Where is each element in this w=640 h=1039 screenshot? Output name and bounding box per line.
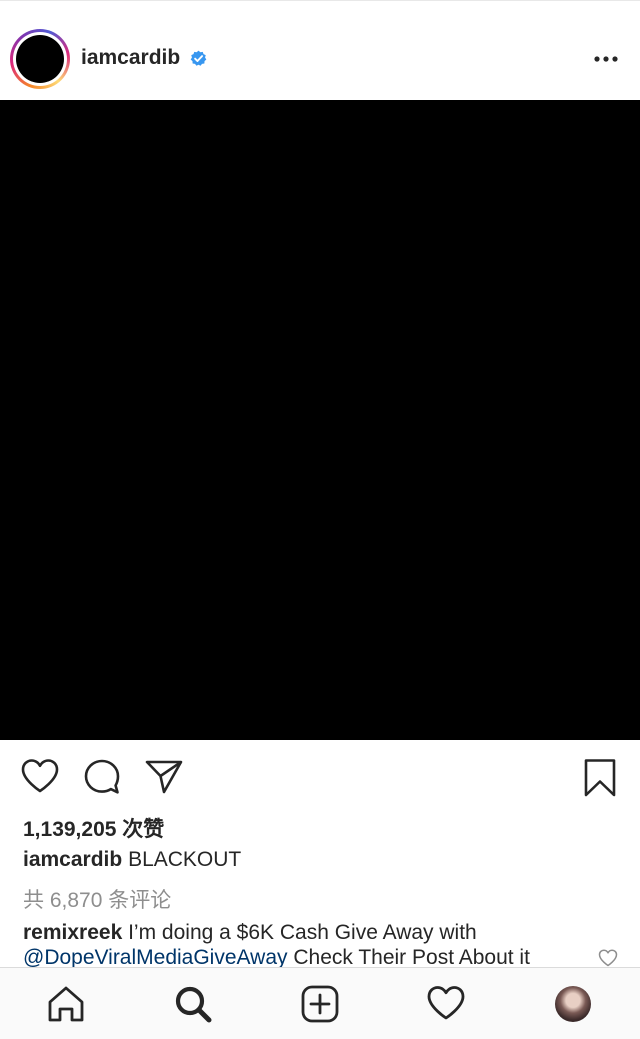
avatar-ring-gap: [13, 32, 67, 86]
post-media-image[interactable]: [0, 100, 640, 740]
bottom-tab-bar: [0, 967, 640, 1039]
home-icon[interactable]: [46, 984, 86, 1024]
avatar: [16, 35, 64, 83]
verified-badge-icon: [190, 50, 207, 66]
comment-item: remixreek I’m doing a $6K Cash Give Away…: [23, 920, 583, 970]
more-options-icon[interactable]: [594, 55, 618, 63]
caption-text: BLACKOUT: [128, 848, 242, 871]
post-username[interactable]: iamcardib: [81, 46, 180, 70]
comment-text-after: Check Their Post About it: [293, 946, 530, 969]
search-icon[interactable]: [173, 984, 213, 1024]
profile-avatar[interactable]: [555, 986, 591, 1022]
comment-username[interactable]: remixreek: [23, 921, 122, 944]
comment-mention-link[interactable]: @DopeViralMediaGiveAway: [23, 946, 288, 969]
post-actions: [0, 750, 640, 806]
comment-text-before: I’m doing a $6K Cash Give Away with: [128, 921, 477, 944]
view-all-comments-link[interactable]: 共 6,870 条评论: [23, 884, 171, 914]
add-post-icon[interactable]: [300, 984, 340, 1024]
caption-username[interactable]: iamcardib: [23, 848, 122, 871]
bookmark-icon[interactable]: [583, 758, 617, 798]
comment-icon[interactable]: [83, 758, 121, 796]
comment-like-heart-icon[interactable]: [598, 949, 618, 967]
post-caption: iamcardib BLACKOUT: [23, 848, 241, 872]
heart-icon[interactable]: [20, 758, 60, 794]
story-ring-avatar[interactable]: [10, 29, 70, 89]
activity-heart-icon[interactable]: [426, 984, 466, 1022]
like-count[interactable]: 1,139,205 次赞: [23, 813, 164, 843]
paper-plane-icon[interactable]: [144, 758, 184, 796]
post-header: iamcardib: [0, 0, 640, 100]
